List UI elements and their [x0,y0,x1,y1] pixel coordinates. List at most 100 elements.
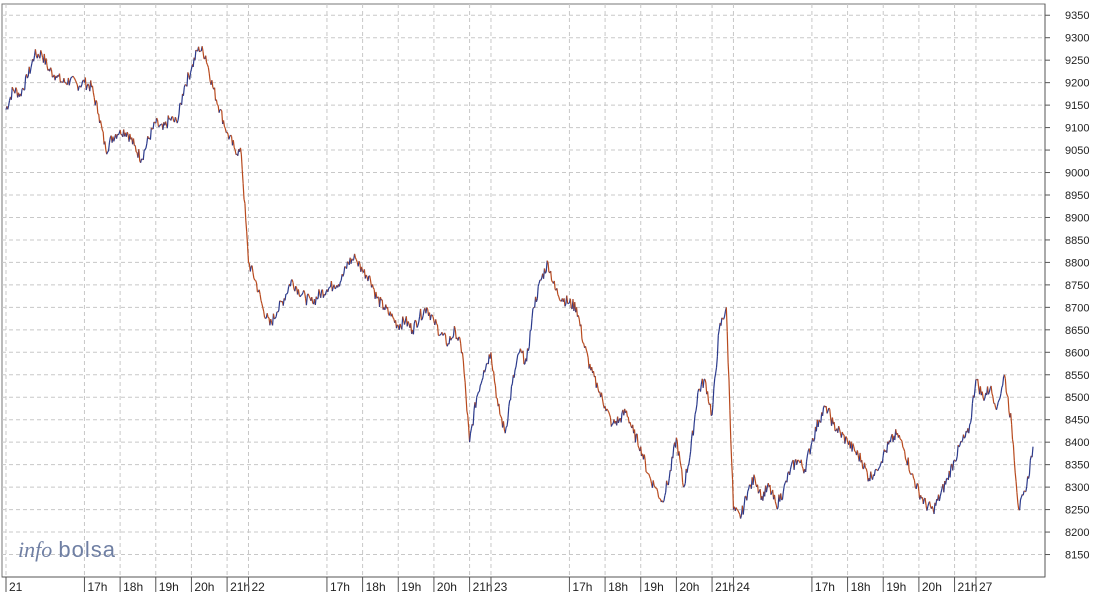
line-chart: 8150820082508300835084008450850085508600… [0,0,1098,597]
x-hour-label: 20h [437,580,457,594]
chart-area: 8150820082508300835084008450850085508600… [0,0,1098,597]
y-tick-label: 9100 [1065,123,1089,135]
price-segment [207,65,208,68]
y-tick-label: 8600 [1065,347,1089,359]
x-day-label: 21 [9,580,23,594]
price-segment [802,466,803,468]
x-day-label: 23 [494,580,508,594]
y-tick-label: 8300 [1065,482,1089,494]
price-segment [359,261,360,264]
price-segment [13,89,14,91]
price-segment [177,120,178,123]
x-hour-label: 21h [473,580,493,594]
x-hour-label: 19h [159,580,179,594]
price-segment [373,288,374,289]
price-segment [157,118,158,120]
price-segment [343,273,344,276]
price-segment [70,78,71,81]
price-segment [914,478,915,480]
x-hour-label: 18h [123,580,143,594]
price-segment [876,469,877,470]
price-segment [96,100,97,102]
price-segment [329,287,330,288]
price-segment [724,316,725,319]
price-segment [771,493,772,495]
x-hour-label: 17h [815,580,835,594]
price-segment [345,266,346,267]
price-segment [538,283,539,286]
price-segment [482,378,483,380]
y-tick-label: 8500 [1065,392,1089,404]
price-segment [493,371,494,372]
price-segment [988,392,989,394]
price-segment [911,474,912,475]
price-segment [638,446,639,448]
price-segment [248,262,249,263]
price-segment [646,472,647,473]
price-segment [738,510,739,512]
price-segment [782,499,783,500]
y-tick-label: 8550 [1065,370,1089,382]
price-segment [256,280,257,283]
x-day-label: 27 [979,580,993,594]
price-segment [612,424,613,425]
price-segment [1024,491,1025,492]
price-segment [304,290,305,292]
x-hour-label: 19h [644,580,664,594]
price-segment [355,258,356,260]
price-segment [38,54,39,56]
price-segment [330,287,331,288]
price-segment [76,83,77,85]
price-segment [654,486,655,488]
price-segment [663,501,664,502]
y-tick-label: 8800 [1065,257,1089,269]
price-segment [970,423,971,425]
y-tick-label: 8950 [1065,190,1089,202]
price-segment [81,85,82,88]
price-segment [855,451,856,452]
price-segment [799,460,800,462]
x-hour-label: 18h [366,580,386,594]
price-segment [231,135,232,136]
price-segment [586,350,587,353]
price-segment [477,395,478,398]
price-segment [316,297,317,299]
price-segment [903,447,904,449]
price-segment [437,324,438,325]
price-segment [440,334,441,335]
price-segment [300,295,301,297]
price-segment [739,512,740,514]
price-segment [278,310,279,312]
price-segment [88,84,89,86]
price-segment [451,338,452,340]
price-segment [453,336,454,338]
price-segment [144,150,145,151]
price-segment [60,82,61,83]
x-hour-label: 20h [679,580,699,594]
price-segment [906,459,907,461]
price-segment [959,445,960,447]
price-segment [684,483,685,486]
price-segment [736,507,737,509]
price-segment [999,398,1000,400]
price-segment [814,439,815,441]
price-segment [400,324,401,327]
price-segment [234,148,235,150]
price-segment [846,436,847,437]
price-segment [565,304,566,306]
price-segment [688,464,689,467]
y-tick-label: 8750 [1065,280,1089,292]
price-segment [12,87,13,89]
price-segment [136,152,137,153]
x-hour-label: 17h [330,580,350,594]
price-segment [610,414,611,417]
price-segment [408,321,409,323]
brand-logo: info bolsa [18,537,116,562]
price-segment [71,77,72,78]
price-segment [265,318,266,319]
price-segment [901,440,902,441]
price-segment [569,303,570,304]
price-segment [377,297,378,298]
price-segment [998,400,999,402]
price-segment [443,334,444,335]
